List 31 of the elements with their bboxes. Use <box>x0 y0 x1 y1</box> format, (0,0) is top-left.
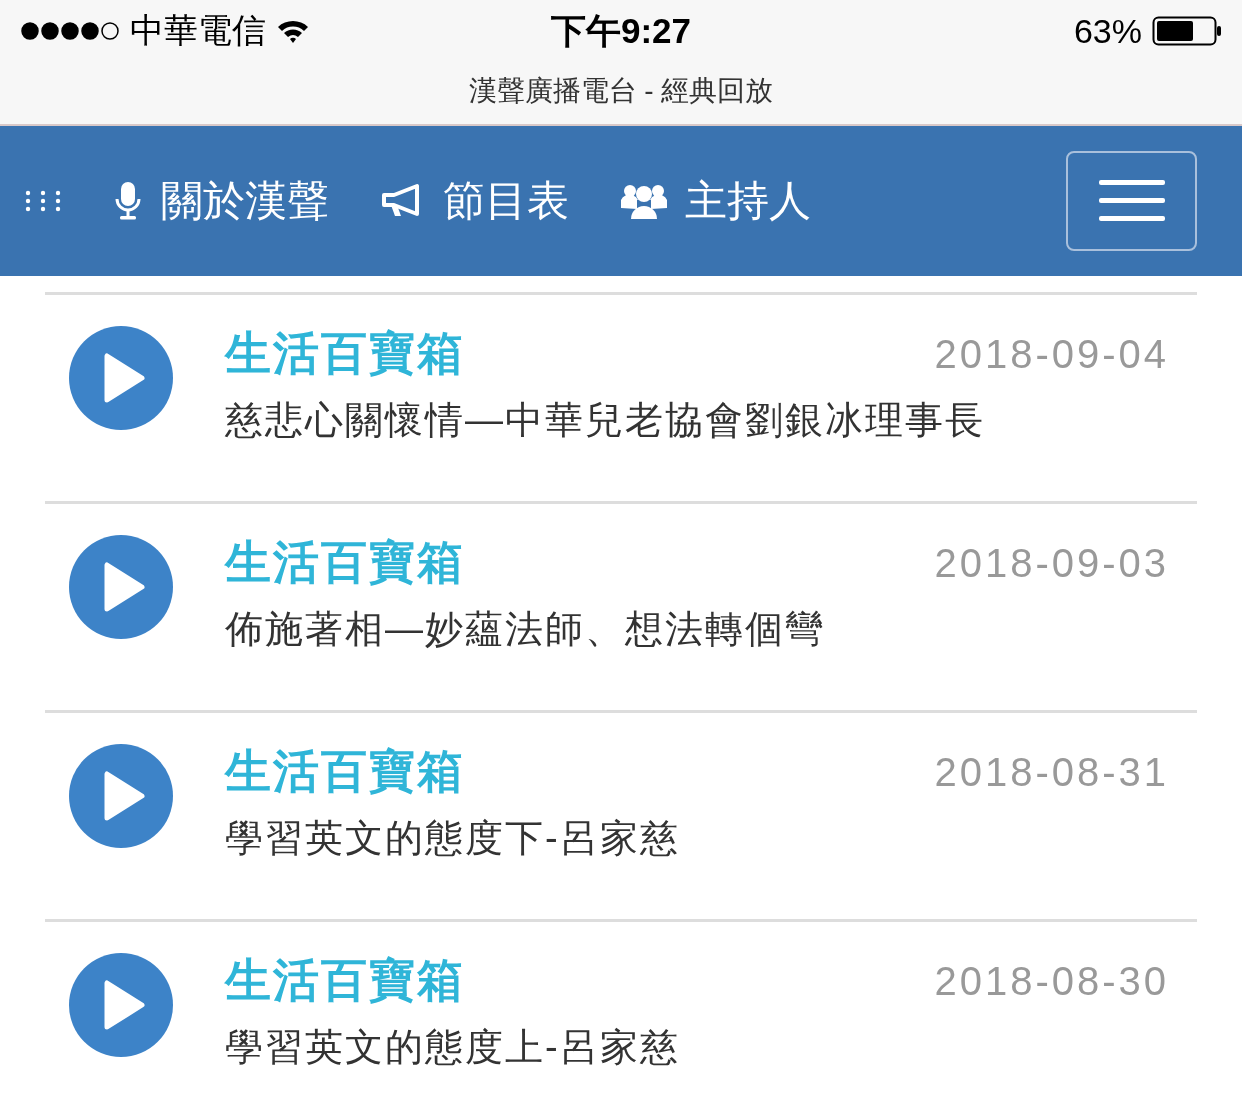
play-button[interactable] <box>69 744 173 848</box>
users-icon <box>621 182 667 220</box>
status-time: 下午9:27 <box>550 9 692 52</box>
play-button[interactable] <box>69 326 173 430</box>
grid-icon[interactable] <box>25 190 61 212</box>
microphone-icon <box>113 181 143 221</box>
episode-date: 2018-09-04 <box>934 331 1169 377</box>
episode-date: 2018-09-03 <box>934 540 1169 586</box>
episode-date: 2018-08-30 <box>934 958 1169 1004</box>
program-name[interactable]: 生活百寶箱 <box>225 741 465 803</box>
nav-link[interactable]: 關於漢聲 <box>113 173 329 229</box>
nav-link[interactable]: 主持人 <box>621 173 811 229</box>
wifi-icon <box>276 18 310 44</box>
menu-icon <box>1098 180 1165 222</box>
program-name[interactable]: 生活百寶箱 <box>225 532 465 594</box>
page-title: 漢聲廣播電台 - 經典回放 <box>468 74 774 108</box>
battery-icon <box>1152 16 1222 46</box>
episode-title: 學習英文的態度下-呂家慈 <box>225 816 681 861</box>
carrier-name: 中華電信 <box>130 10 266 51</box>
nav-link[interactable]: 節目表 <box>381 173 569 229</box>
play-button[interactable] <box>69 535 173 639</box>
signal-icon <box>20 21 120 41</box>
episode-title: 佈施著相—妙蘊法師、想法轉個彎 <box>225 607 826 652</box>
episode-date: 2018-08-31 <box>934 749 1169 795</box>
episode-title: 慈悲心關懷情—中華兒老協會劉銀冰理事長 <box>225 398 986 443</box>
episode-title: 學習英文的態度上-呂家慈 <box>225 1025 681 1070</box>
program-name[interactable]: 生活百寶箱 <box>225 323 465 385</box>
program-name[interactable]: 生活百寶箱 <box>225 950 465 1012</box>
menu-button[interactable] <box>1066 151 1197 251</box>
play-button[interactable] <box>69 953 173 1057</box>
battery-percent: 63% <box>1073 11 1142 51</box>
